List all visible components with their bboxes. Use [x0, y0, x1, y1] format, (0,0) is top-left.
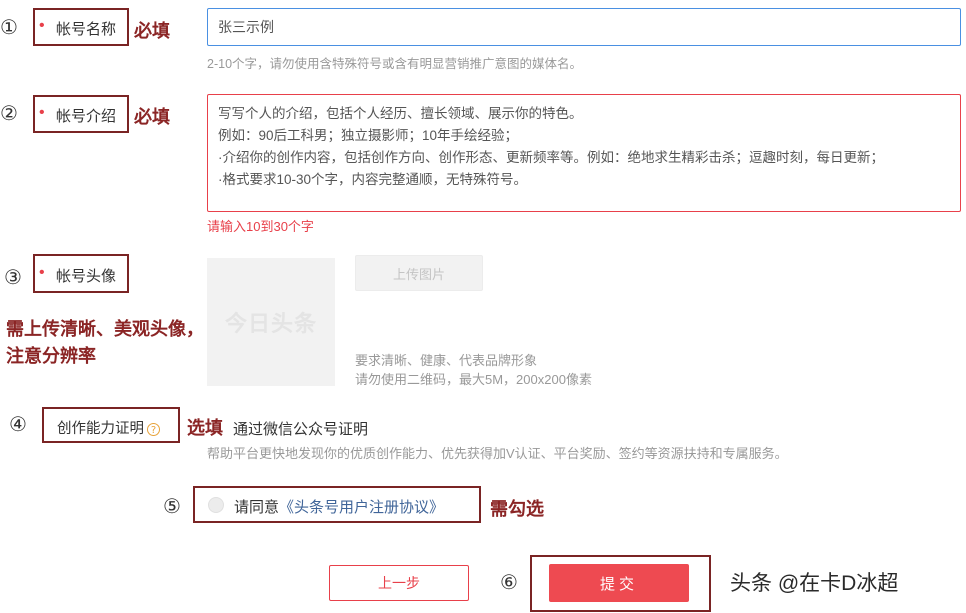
wechat-certification-option[interactable]: 通过微信公众号证明: [233, 418, 368, 439]
step-number-6: ⑥: [500, 570, 518, 594]
required-dot: •: [39, 17, 45, 34]
intro-placeholder-line: 例如：90后工科男；独立摄影师；10年手绘经验；: [218, 128, 519, 143]
intro-placeholder-line: ·介绍你的创作内容，包括创作方向、创作形态、更新频率等。例如：绝地求生精彩击杀；…: [218, 150, 884, 165]
certification-label: 创作能力证明: [57, 421, 144, 437]
user-agreement-link[interactable]: 《头条号用户注册协议》: [279, 499, 444, 516]
account-intro-label: 帐号介绍: [56, 108, 117, 125]
avatar-hint-line1: 要求清晰、健康、代表品牌形象: [355, 353, 538, 368]
certification-hint: 帮助平台更快地发现你的优质创作能力、优先获得加V认证、平台奖励、签约等资源扶持和…: [207, 446, 788, 461]
account-intro-textarea[interactable]: 写写个人的介绍，包括个人经历、擅长领域、展示你的特色。 例如：90后工科男；独立…: [207, 94, 961, 212]
agreement-checkbox[interactable]: [208, 497, 224, 513]
step-number-5: ⑤: [163, 494, 181, 518]
avatar-annotation-line1: 需上传清晰、美观头像，: [6, 319, 204, 339]
account-name-input[interactable]: [207, 8, 961, 46]
avatar-placeholder-image[interactable]: 今日头条: [207, 258, 335, 386]
agreement-annotation: 请同意《头条号用户注册协议》: [193, 486, 481, 523]
account-intro-label-annotation: • 帐号介绍: [33, 95, 129, 133]
intro-placeholder-line: 写写个人的介绍，包括个人经历、擅长领域、展示你的特色。: [218, 106, 583, 121]
account-name-label-annotation: • 帐号名称: [33, 8, 129, 46]
avatar-hint-line2: 请勿使用二维码，最大5M，200x200像素: [355, 372, 592, 387]
required-dot: •: [39, 264, 45, 281]
agreement-required-annotation: 需勾选: [490, 499, 544, 519]
step-number-3: ③: [4, 265, 22, 289]
account-name-required-annotation: 必填: [134, 21, 170, 41]
previous-step-button[interactable]: 上一步: [329, 565, 469, 601]
avatar-annotation-line2: 注意分辨率: [6, 346, 96, 366]
watermark-text: 头条 @在卡D冰超: [730, 572, 899, 595]
certification-label-wrap: 创作能力证明?: [57, 417, 160, 438]
account-intro-required-annotation: 必填: [134, 107, 170, 127]
step-number-2: ②: [0, 101, 18, 125]
agreement-text: 请同意《头条号用户注册协议》: [234, 496, 444, 517]
help-question-icon[interactable]: ?: [147, 422, 160, 436]
account-intro-error: 请输入10到30个字: [207, 219, 314, 234]
required-dot: •: [39, 104, 45, 121]
certification-optional-annotation: 选填: [187, 418, 223, 438]
account-name-label: 帐号名称: [56, 21, 117, 38]
step-number-4: ④: [9, 412, 27, 436]
certification-label-annotation: 创作能力证明?: [42, 407, 180, 443]
account-name-hint: 2-10个字，请勿使用含特殊符号或含有明显营销推广意图的媒体名。: [207, 57, 583, 71]
intro-placeholder-line: ·格式要求10-30个字，内容完整通顺，无特殊符号。: [218, 172, 528, 187]
step-number-1: ①: [0, 15, 18, 39]
avatar-label: 帐号头像: [56, 268, 117, 285]
submit-button[interactable]: 提交: [549, 564, 689, 602]
avatar-label-annotation: • 帐号头像: [33, 254, 129, 293]
upload-image-button[interactable]: 上传图片: [355, 255, 483, 291]
toutiao-logo-watermark: 今日头条: [224, 311, 317, 336]
agreement-prefix: 请同意: [234, 499, 280, 516]
